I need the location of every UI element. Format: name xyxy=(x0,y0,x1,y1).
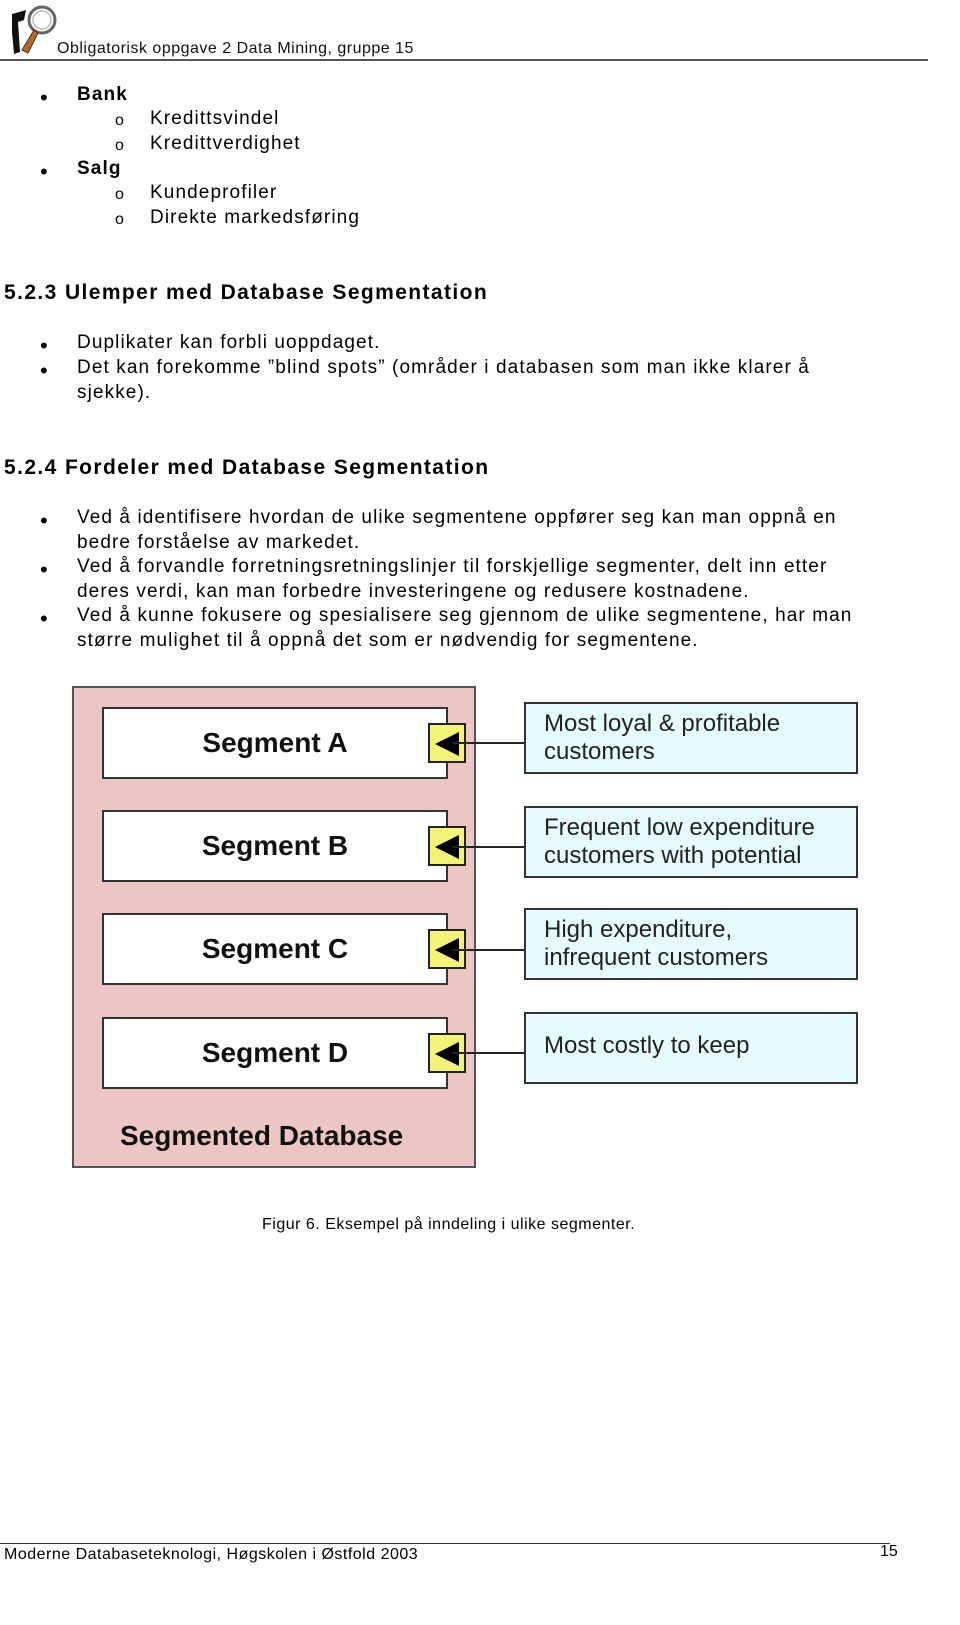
sublist-item: Direkte markedsføring xyxy=(150,207,360,228)
arrow-left-icon xyxy=(435,1042,459,1066)
segment-box-b: Segment B xyxy=(102,810,448,882)
connector-line xyxy=(452,1052,524,1054)
segment-box-a: Segment A xyxy=(102,707,448,779)
segmented-database-figure: Segment A Segment B Segment C Segment D … xyxy=(72,686,880,1172)
document-header-title: Obligatorisk oppgave 2 Data Mining, grup… xyxy=(57,40,414,57)
list-item: Det kan forekomme ”blind spots” (områder… xyxy=(77,357,810,378)
bullet-icon: • xyxy=(40,85,48,110)
connector-line xyxy=(452,742,524,744)
figure-caption: Figur 6. Eksempel på inndeling i ulike s… xyxy=(262,1216,636,1233)
list-item-continuation: deres verdi, kan man forbedre investerin… xyxy=(77,581,750,602)
page-number: 15 xyxy=(880,1543,898,1560)
segment-box-d: Segment D xyxy=(102,1017,448,1089)
list-item: Ved å kunne fokusere og spesialisere seg… xyxy=(77,605,853,626)
header-divider xyxy=(0,59,928,61)
segment-label: Segment D xyxy=(201,1037,349,1068)
segment-label: Segment C xyxy=(201,933,349,964)
segment-description-b: Frequent low expenditure customers with … xyxy=(524,806,858,878)
segment-description-d: Most costly to keep xyxy=(524,1012,858,1084)
bullet-icon: • xyxy=(40,557,48,582)
magnifier-figure-logo-icon xyxy=(12,5,57,54)
sublist-item: Kundeprofiler xyxy=(150,182,278,203)
description-line: customers xyxy=(544,738,655,765)
description-line: High expenditure, xyxy=(544,916,733,943)
description-line: customers with potential xyxy=(544,842,802,869)
list-item: Ved å forvandle forretningsretningslinje… xyxy=(77,556,828,577)
sublist-item: Kredittsvindel xyxy=(150,108,280,129)
bullet-icon: • xyxy=(40,159,48,184)
description-line: infrequent customers xyxy=(544,944,769,971)
circle-bullet-icon: o xyxy=(115,211,124,228)
connector-line xyxy=(452,846,524,848)
bullet-icon: • xyxy=(40,358,48,383)
description-line: Most loyal & profitable xyxy=(544,710,781,737)
list-item-continuation: sjekke). xyxy=(77,382,152,403)
circle-bullet-icon: o xyxy=(115,112,124,129)
description-line: Frequent low expenditure xyxy=(544,814,815,841)
list-item: Duplikater kan forbli uoppdaget. xyxy=(77,332,381,353)
segment-description-a: Most loyal & profitable customers xyxy=(524,702,858,774)
circle-bullet-icon: o xyxy=(115,186,124,203)
connector-line xyxy=(452,949,524,951)
list-item-salg: Salg xyxy=(77,158,122,179)
list-item-continuation: større mulighet til å oppnå det som er n… xyxy=(77,630,699,651)
segment-label: Segment B xyxy=(201,830,349,861)
bullet-icon: • xyxy=(40,606,48,631)
bullet-icon: • xyxy=(40,333,48,358)
list-item-continuation: bedre forståelse av markedet. xyxy=(77,532,361,553)
sublist-item: Kredittverdighet xyxy=(150,133,301,154)
database-label: Segmented Database xyxy=(120,1120,404,1151)
list-item: Ved å identifisere hvordan de ulike segm… xyxy=(77,507,837,528)
section-heading-advantages: 5.2.4 Fordeler med Database Segmentation xyxy=(4,456,490,479)
bullet-icon: • xyxy=(40,508,48,533)
segment-description-c: High expenditure, infrequent customers xyxy=(524,908,858,980)
segment-box-c: Segment C xyxy=(102,913,448,985)
section-heading-disadvantages: 5.2.3 Ulemper med Database Segmentation xyxy=(4,281,489,304)
description-line: Most costly to keep xyxy=(544,1032,750,1059)
arrow-left-icon xyxy=(435,732,459,756)
footer-divider xyxy=(0,1543,890,1544)
footer-text: Moderne Databaseteknologi, Høgskolen i Ø… xyxy=(4,1546,419,1563)
segment-label: Segment A xyxy=(202,727,348,758)
circle-bullet-icon: o xyxy=(115,137,124,154)
list-item-bank: Bank xyxy=(77,84,128,105)
